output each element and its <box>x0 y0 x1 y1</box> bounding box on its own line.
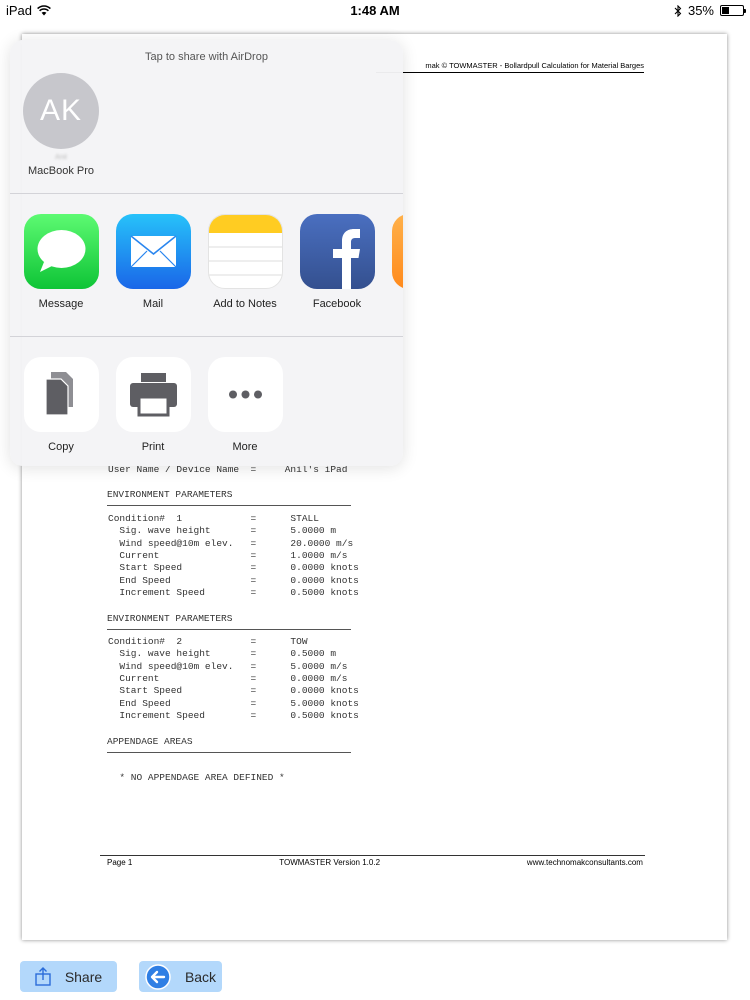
parameter-line: Wind speed@10m elev. = 20.0000 m/s <box>108 537 354 549</box>
message-icon <box>23 214 99 289</box>
avatar: AK <box>23 73 99 149</box>
status-bar: iPad 1:48 AM 35% <box>0 0 750 22</box>
env-parameters-title-2: ENVIRONMENT PARAMETERS <box>107 613 233 624</box>
sheet-divider <box>10 193 403 194</box>
action-print[interactable]: Print <box>107 357 199 453</box>
section-divider <box>107 505 351 506</box>
share-icon <box>35 967 51 986</box>
footer-divider <box>100 855 645 856</box>
parameter-line: Start Speed = 0.0000 knots <box>108 562 359 574</box>
share-app-partial[interactable]: I <box>383 214 403 310</box>
env-parameters-title-1: ENVIRONMENT PARAMETERS <box>107 489 233 500</box>
share-app-label: Mail <box>142 298 164 310</box>
parameter-line: Start Speed = 0.0000 knots <box>108 685 359 697</box>
more-icon <box>207 357 283 432</box>
parameter-line: Condition# 1 = STALL <box>108 513 319 524</box>
action-more[interactable]: More <box>199 357 291 453</box>
share-button[interactable]: Share <box>20 961 117 992</box>
airdrop-device-name: MacBook Pro <box>27 165 95 177</box>
airdrop-caption: Tap to share with AirDrop <box>145 51 268 63</box>
action-label: Copy <box>48 441 74 453</box>
share-app-facebook[interactable]: Facebook <box>291 214 383 310</box>
section-divider <box>107 752 351 753</box>
parameter-line: Increment Speed = 0.5000 knots <box>108 586 359 598</box>
action-label: More <box>232 441 258 453</box>
section-divider <box>107 629 351 630</box>
parameter-line: Current = 1.0000 m/s <box>108 549 348 561</box>
website-link: www.technomakconsultants.com <box>526 858 643 867</box>
parameter-line: Sig. wave height = 0.5000 m <box>108 648 337 660</box>
share-app-label: I <box>383 298 403 310</box>
back-button-label: Back <box>184 968 217 985</box>
airdrop-target[interactable]: AK Anil MacBook Pro <box>18 73 104 177</box>
copy-icon <box>23 357 99 432</box>
share-app-mail[interactable]: Mail <box>107 214 199 310</box>
parameter-line: Increment Speed = 0.5000 knots <box>108 709 359 721</box>
clock: 1:48 AM <box>350 3 400 18</box>
share-button-label: Share <box>64 968 103 985</box>
back-button[interactable]: Back <box>139 961 222 992</box>
battery-level <box>722 7 729 14</box>
action-copy[interactable]: Copy <box>15 357 107 453</box>
share-sheet: Tap to share with AirDrop AK Anil MacBoo… <box>10 40 403 466</box>
airdrop-owner-name: Anil <box>55 154 67 161</box>
parameter-line: Current = 0.0000 m/s <box>108 672 348 684</box>
action-label: Print <box>141 441 165 453</box>
back-arrow-icon <box>145 963 171 990</box>
document-footer: Page 1 TOWMASTER Version 1.0.2 www.techn… <box>100 858 645 867</box>
partial-app-icon <box>391 214 403 289</box>
share-app-label: Add to Notes <box>213 298 277 310</box>
document-header: mak © TOWMASTER - Bollardpull Calculatio… <box>376 61 644 73</box>
mail-icon <box>115 214 191 289</box>
share-app-label: Facebook <box>312 298 362 310</box>
parameter-line: End Speed = 5.0000 knots <box>108 697 359 709</box>
share-app-label: Message <box>38 298 84 310</box>
appendage-areas-title: APPENDAGE AREAS <box>107 736 193 747</box>
battery-percent: 35% <box>687 3 714 18</box>
notes-icon <box>207 214 283 289</box>
facebook-icon <box>299 214 375 289</box>
parameter-line: Condition# 2 = TOW <box>108 636 308 647</box>
share-app-message[interactable]: Message <box>15 214 107 310</box>
battery-icon <box>720 5 746 16</box>
parameter-line: Sig. wave height = 5.0000 m <box>108 525 337 537</box>
bluetooth-icon <box>674 4 682 17</box>
share-app-notes[interactable]: Add to Notes <box>199 214 291 310</box>
parameter-line: End Speed = 0.0000 knots <box>108 574 359 586</box>
app-version: TOWMASTER Version 1.0.2 <box>279 858 381 867</box>
print-icon <box>115 357 191 432</box>
sheet-divider <box>10 336 403 337</box>
parameter-line: Wind speed@10m elev. = 5.0000 m/s <box>108 660 348 672</box>
page-number: Page 1 <box>107 858 133 867</box>
appendage-note: * NO APPENDAGE AREA DEFINED * <box>108 772 285 783</box>
